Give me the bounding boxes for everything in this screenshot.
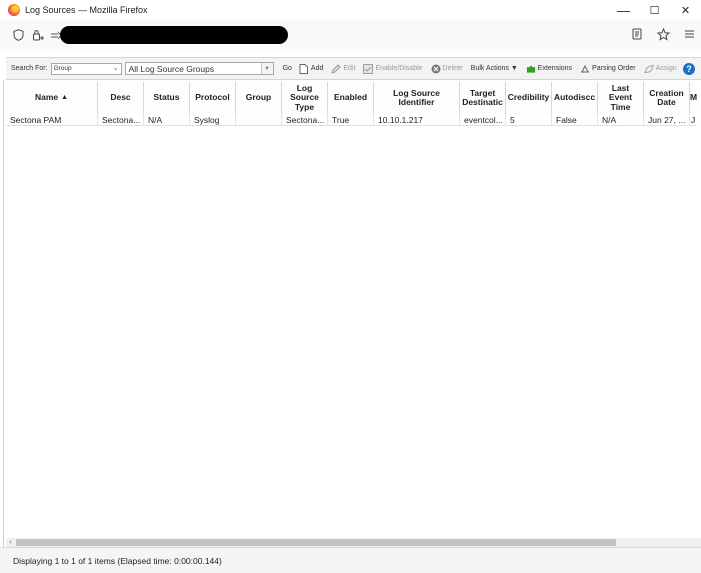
edit-label: Edit [343, 65, 356, 72]
add-button[interactable]: Add [299, 63, 324, 74]
column-header-enabled[interactable]: Enabled [328, 82, 374, 114]
extensions-label: Extensions [537, 65, 573, 72]
combo-dropdown-icon[interactable]: ▼ [260, 63, 273, 74]
search-for-select[interactable]: Group ⌄ [50, 62, 122, 75]
column-header-log-source-identifier[interactable]: Log Source Identifier [374, 82, 460, 114]
log-source-toolbar: Search For: Group ⌄ All Log Source Group… [6, 57, 701, 80]
star-icon[interactable] [655, 26, 671, 42]
help-icon[interactable]: ? [683, 63, 695, 75]
column-header-group[interactable]: Group [236, 82, 282, 114]
column-header-credibility[interactable]: Credibility [506, 82, 552, 114]
edit-button[interactable]: Edit [331, 63, 356, 74]
close-button[interactable]: ✕ [670, 0, 701, 20]
parsing-order-button[interactable]: Parsing Order [580, 64, 636, 74]
log-source-group-combo[interactable]: All Log Source Groups ▼ [124, 62, 274, 75]
assign-icon [643, 64, 654, 74]
search-for-label: Search For: [11, 65, 48, 72]
firefox-logo-icon [8, 4, 20, 16]
enable-disable-button[interactable]: Enable/Disable [363, 63, 423, 74]
cell-group [236, 114, 282, 126]
navbar-right-tools [629, 26, 697, 42]
delete-button[interactable]: Delete [431, 64, 463, 74]
cell-desc: Sectona... [98, 114, 144, 126]
reader-view-icon[interactable] [629, 26, 645, 42]
assign-label: Assign [655, 65, 677, 72]
parsing-order-label: Parsing Order [592, 65, 636, 72]
window-title: Log Sources — Mozilla Firefox [25, 5, 148, 15]
column-header-desc[interactable]: Desc [98, 82, 144, 114]
cell-protocol: Syslog [190, 114, 236, 126]
window-controls: — ☐ ✕ [608, 0, 701, 20]
column-header-label: Name [34, 92, 59, 103]
cell-credibility: 5 [506, 114, 552, 126]
column-header-more[interactable]: M [690, 82, 697, 114]
cell-status: N/A [144, 114, 190, 126]
assign-button[interactable]: Assign [643, 64, 677, 74]
scroll-left-icon[interactable]: ‹ [6, 538, 15, 547]
horizontal-scrollbar[interactable]: ‹ [6, 538, 701, 547]
column-header-autodiscovered[interactable]: Autodiscc [552, 82, 598, 114]
go-button[interactable]: Go [283, 65, 292, 72]
hamburger-menu-icon[interactable] [681, 26, 697, 42]
add-document-icon [299, 63, 309, 74]
table-row[interactable]: Sectona PAM Sectona... N/A Syslog Secton… [6, 114, 697, 126]
maximize-button[interactable]: ☐ [639, 0, 670, 20]
add-label: Add [310, 65, 324, 72]
column-header-creation-date[interactable]: Creation Date [644, 82, 690, 114]
cell-last-event-time: N/A [598, 114, 644, 126]
cell-creation-date: Jun 27, ... [644, 114, 690, 126]
extensions-button[interactable]: Extensions [526, 64, 572, 74]
chevron-down-icon: ⌄ [112, 64, 119, 72]
parsing-order-icon [580, 64, 590, 74]
log-source-group-value: All Log Source Groups [128, 63, 215, 74]
minimize-button[interactable]: — [608, 0, 639, 20]
sort-ascending-icon: ▲ [61, 94, 69, 102]
search-for-value: Group [53, 65, 72, 72]
enable-disable-icon [363, 63, 374, 74]
puzzle-piece-icon [526, 64, 536, 74]
grid-left-border [3, 80, 4, 550]
enable-disable-label: Enable/Disable [375, 65, 423, 72]
edit-pencil-icon [331, 63, 342, 74]
cell-autodiscovered: False [552, 114, 598, 126]
delete-label: Delete [442, 65, 463, 72]
cell-name: Sectona PAM [6, 114, 98, 126]
column-header-last-event-time[interactable]: Last Event Time [598, 82, 644, 114]
column-header-protocol[interactable]: Protocol [190, 82, 236, 114]
cell-more: J [691, 115, 696, 125]
delete-x-icon [431, 64, 441, 74]
scrollbar-thumb[interactable] [16, 539, 616, 546]
permissions-icon[interactable] [30, 27, 46, 43]
url-bar[interactable] [60, 26, 288, 44]
column-header-name[interactable]: Name ▲ [6, 82, 98, 114]
cell-target-destination: eventcol... [460, 114, 506, 126]
shield-icon[interactable] [10, 27, 26, 43]
bulk-actions-button[interactable]: Bulk Actions ▼ [471, 65, 518, 72]
column-header-target-destination[interactable]: Target Destinatic [460, 82, 506, 114]
cell-enabled: True [328, 114, 374, 126]
table-header: Name ▲ Desc Status Protocol Group Log So… [6, 82, 697, 114]
cell-log-source-type: Sectona... [282, 114, 328, 126]
column-header-log-source-type[interactable]: Log Source Type [282, 82, 328, 114]
status-bar: Displaying 1 to 1 of 1 items (Elapsed ti… [0, 547, 701, 573]
window-titlebar: Log Sources — Mozilla Firefox — ☐ ✕ [0, 0, 701, 20]
status-text: Displaying 1 to 1 of 1 items (Elapsed ti… [13, 555, 222, 566]
cell-log-source-identifier: 10.10.1.217 [374, 114, 460, 126]
column-header-status[interactable]: Status [144, 82, 190, 114]
